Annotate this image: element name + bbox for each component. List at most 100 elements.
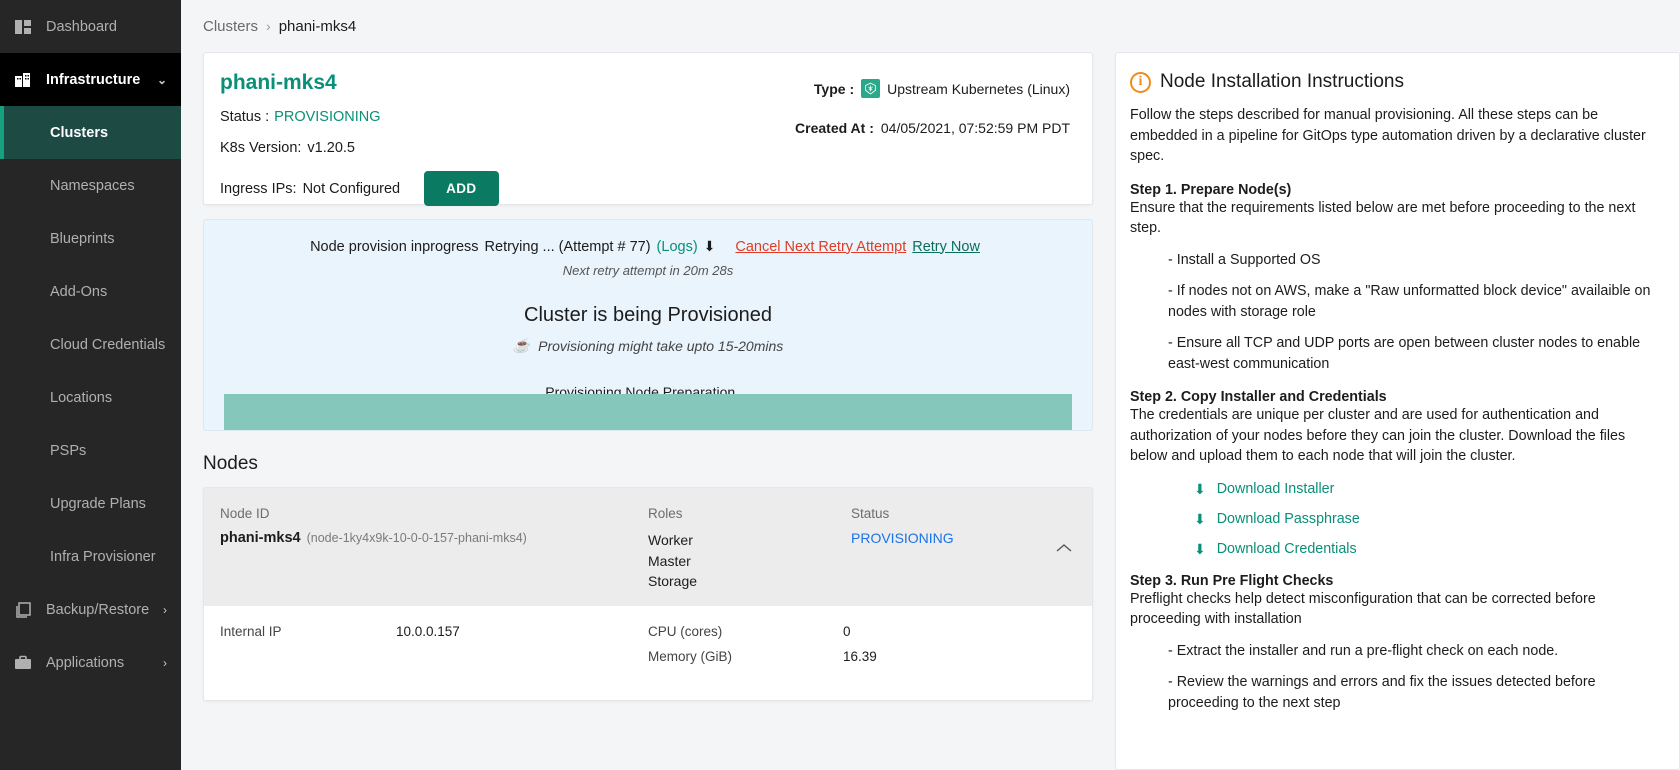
node-role: Master (648, 552, 691, 569)
download-icon: ⬇ (1194, 510, 1206, 527)
column-header-node-id: Node ID (220, 506, 270, 521)
sidebar-item-applications[interactable]: Applications › (0, 636, 181, 689)
provision-subline: Provisioning might take upto 15-20mins (538, 337, 784, 354)
step3-body: Preflight checks help detect misconfigur… (1130, 590, 1596, 628)
k8s-version-value: v1.20.5 (307, 140, 355, 156)
briefcase-icon (12, 652, 34, 674)
node-status-cell: Status PROVISIONING (851, 506, 1074, 592)
sidebar-item-label: Applications (46, 654, 125, 671)
column-header-roles: Roles (648, 506, 683, 521)
sidebar-item-label: Clusters (50, 124, 109, 141)
sidebar-item-label: Infra Provisioner (50, 548, 156, 565)
download-passphrase-label: Download Passphrase (1216, 511, 1360, 527)
step1-bullet: - Install a Supported OS (1168, 251, 1321, 268)
internal-ip-label: Internal IP (220, 623, 282, 639)
retry-now-link[interactable]: Retry Now (912, 239, 980, 255)
column-header-status: Status (851, 506, 890, 521)
provisioning-banner: Node provision inprogress Retrying ... (… (203, 219, 1093, 431)
created-at-value: 04/05/2021, 07:52:59 PM PDT (880, 120, 1070, 136)
download-logs-icon[interactable]: ⬇ (704, 238, 716, 255)
memory-row: Memory (GiB) 16.39 (648, 649, 1074, 664)
table-row[interactable]: Node ID phani-mks4 (node-1ky4x9k-10-0-0-1… (204, 488, 1092, 606)
dashboard-grid-icon (12, 16, 34, 38)
download-passphrase-link[interactable]: ⬇ Download Passphrase (1194, 511, 1659, 528)
cluster-status-row: Status : PROVISIONING (220, 109, 770, 125)
chevron-right-icon[interactable]: › (163, 603, 167, 617)
sidebar-item-locations[interactable]: Locations (0, 371, 181, 424)
internal-ip-value: 10.0.0.157 (396, 623, 460, 639)
sidebar-item-label: Cloud Credentials (50, 336, 166, 353)
k8s-version-label: K8s Version: (220, 140, 302, 156)
sidebar-item-infrastructure[interactable]: Infrastructure ⌄ (0, 53, 181, 106)
cpu-row: CPU (cores) 0 (648, 624, 1074, 639)
sidebar-item-psps[interactable]: PSPs (0, 424, 181, 477)
cluster-summary-left: phani-mks4 Status : PROVISIONING K8s Ver… (220, 71, 770, 206)
cluster-summary-card: phani-mks4 Status : PROVISIONING K8s Ver… (203, 52, 1093, 206)
sidebar-item-add-ons[interactable]: Add-Ons (0, 265, 181, 318)
node-role: Storage (648, 573, 698, 589)
left-column: phani-mks4 Status : PROVISIONING K8s Ver… (203, 52, 1093, 770)
sidebar-item-label: Add-Ons (50, 283, 108, 300)
node-detail-right: CPU (cores) 0 Memory (GiB) 16.39 (648, 624, 1074, 674)
sidebar-item-cloud-credentials[interactable]: Cloud Credentials (0, 318, 181, 371)
step3-bullet: - Extract the installer and run a pre-fl… (1168, 642, 1559, 659)
step1-body: Ensure that the requirements listed belo… (1130, 199, 1636, 237)
provision-headline: Cluster is being Provisioned (524, 304, 772, 326)
sidebar-item-infra-provisioner[interactable]: Infra Provisioner (0, 530, 181, 583)
sidebar-item-clusters[interactable]: Clusters (0, 106, 181, 159)
step1-heading: Step 1. Prepare Node(s) (1130, 181, 1292, 198)
sidebar-item-label: Locations (50, 389, 113, 406)
step3-bullet: - Review the warnings and errors and fix… (1168, 674, 1596, 711)
provision-progress-bar (224, 394, 1072, 430)
collapse-node-chevron-icon[interactable] (1052, 536, 1076, 560)
sidebar-item-blueprints[interactable]: Blueprints (0, 212, 181, 265)
cluster-type-row: Type : Upstream Kubernetes (Linux) (770, 79, 1070, 98)
cpu-label: CPU (cores) (648, 623, 723, 639)
download-installer-link[interactable]: ⬇ Download Installer (1194, 481, 1659, 498)
download-icon: ⬇ (1194, 480, 1206, 497)
sidebar-item-dashboard[interactable]: Dashboard (0, 0, 181, 53)
node-detail-left: Internal IP 10.0.0.157 (220, 624, 648, 674)
provision-status-line: Node provision inprogress Retrying ... (… (214, 238, 1082, 255)
chevron-right-icon[interactable]: › (163, 656, 167, 670)
coffee-cup-icon: ☕ (512, 337, 531, 353)
cluster-k8s-row: K8s Version: v1.20.5 (220, 140, 770, 156)
provision-retry-text: Retrying ... (Attempt # 77) (484, 238, 651, 255)
sidebar-item-upgrade-plans[interactable]: Upgrade Plans (0, 477, 181, 530)
instructions-intro: Follow the steps described for manual pr… (1130, 107, 1646, 164)
cluster-type-value: Upstream Kubernetes (Linux) (887, 80, 1070, 97)
nodes-section-title: Nodes (203, 453, 258, 474)
step1-bullet: - Ensure all TCP and UDP ports are open … (1168, 335, 1641, 372)
ingress-ips-value: Not Configured (302, 180, 401, 197)
download-installer-label: Download Installer (1216, 481, 1335, 497)
page-title: phani-mks4 (220, 71, 337, 94)
chevron-down-icon[interactable]: ⌄ (157, 73, 167, 87)
step3-bullets: - Extract the installer and run a pre-fl… (1130, 641, 1659, 714)
breadcrumb-separator: › (266, 18, 271, 34)
step1-bullet: - If nodes not on AWS, make a "Raw unfor… (1168, 283, 1651, 320)
ingress-ips-label: Ingress IPs: (220, 180, 297, 197)
breadcrumb-clusters-link[interactable]: Clusters (203, 18, 258, 35)
copy-icon (12, 599, 34, 621)
content-columns: phani-mks4 Status : PROVISIONING K8s Ver… (181, 52, 1680, 770)
cluster-ingress-row: Ingress IPs: Not Configured ADD (220, 171, 770, 206)
step3-heading: Step 3. Run Pre Flight Checks (1130, 572, 1334, 589)
logs-link[interactable]: (Logs) (657, 239, 698, 255)
download-links: ⬇ Download Installer ⬇ Download Passphra… (1130, 481, 1659, 558)
node-status-value: PROVISIONING (851, 530, 954, 546)
sidebar-item-label: Upgrade Plans (50, 495, 146, 512)
sidebar-item-namespaces[interactable]: Namespaces (0, 159, 181, 212)
sidebar-item-backup-restore[interactable]: Backup/Restore › (0, 583, 181, 636)
download-icon: ⬇ (1194, 540, 1206, 557)
node-installation-instructions-panel: i Node Installation Instructions Follow … (1115, 52, 1680, 770)
kubernetes-icon (861, 79, 881, 98)
cpu-value: 0 (843, 623, 851, 639)
app-root: Dashboard Infrastructure ⌄ Clusters Name… (0, 0, 1680, 770)
breadcrumb: Clusters › phani-mks4 (181, 0, 1680, 52)
breadcrumb-current: phani-mks4 (278, 17, 357, 35)
memory-value: 16.39 (843, 648, 877, 664)
sidebar: Dashboard Infrastructure ⌄ Clusters Name… (0, 0, 181, 770)
add-ingress-button[interactable]: ADD (424, 171, 499, 206)
download-credentials-link[interactable]: ⬇ Download Credentials (1194, 541, 1659, 558)
cancel-next-retry-link[interactable]: Cancel Next Retry Attempt (735, 239, 906, 255)
